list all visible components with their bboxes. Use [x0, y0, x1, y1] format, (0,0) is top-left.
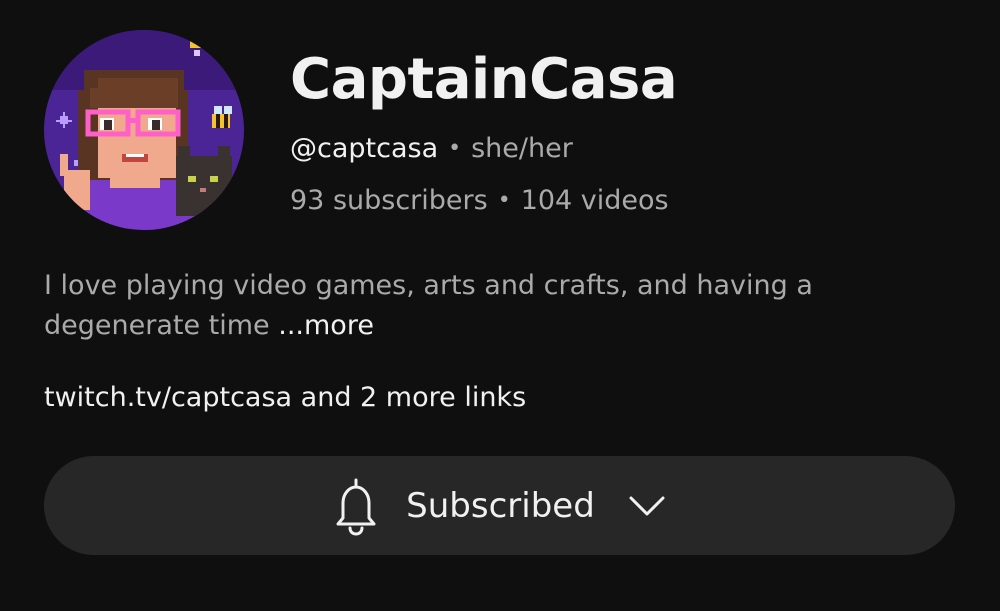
channel-description[interactable]: I love playing video games, arts and cra…: [44, 266, 954, 346]
subscribed-label: Subscribed: [406, 485, 595, 526]
channel-avatar[interactable]: [44, 30, 244, 230]
video-count: 104 videos: [520, 185, 669, 216]
more-link[interactable]: ...more: [278, 310, 374, 341]
description-text: I love playing video games, arts and cra…: [44, 270, 813, 341]
pixel-art-avatar: [44, 30, 244, 230]
channel-name: CaptainCasa: [290, 47, 678, 112]
chevron-down-icon: [629, 496, 665, 515]
channel-pronouns: she/her: [471, 133, 573, 164]
channel-handle: @captcasa: [290, 133, 439, 164]
subscriber-count: 93 subscribers: [290, 185, 488, 216]
channel-links[interactable]: twitch.tv/captcasa and 2 more links: [44, 379, 526, 417]
separator-dot: •: [448, 136, 462, 161]
channel-handle-row: @captcasa • she/her: [290, 131, 573, 167]
channel-stats-row: 93 subscribers • 104 videos: [290, 183, 669, 219]
separator-dot: •: [497, 188, 511, 213]
subscribed-button[interactable]: Subscribed: [44, 456, 955, 555]
bell-icon: [336, 478, 376, 536]
